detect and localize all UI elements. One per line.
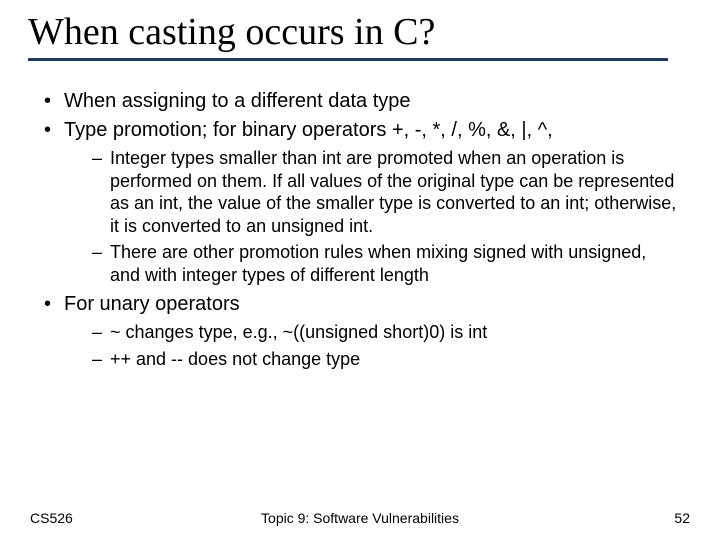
sub-bullet-item: There are other promotion rules when mix… (92, 241, 678, 286)
slide-body: When assigning to a different data type … (0, 61, 720, 370)
bullet-list-level2: ~ changes type, e.g., ~((unsigned short)… (64, 321, 678, 370)
footer: CS526 Topic 9: Software Vulnerabilities … (0, 510, 720, 526)
bullet-list-level1: When assigning to a different data type … (42, 89, 678, 370)
bullet-list-level2: Integer types smaller than int are promo… (64, 147, 678, 286)
sub-bullet-text: Integer types smaller than int are promo… (110, 148, 676, 236)
sub-bullet-item: Integer types smaller than int are promo… (92, 147, 678, 237)
slide-title: When casting occurs in C? (28, 10, 692, 54)
title-block: When casting occurs in C? (0, 0, 720, 61)
bullet-item: When assigning to a different data type (42, 89, 678, 114)
bullet-text: For unary operators (64, 293, 240, 315)
bullet-item: Type promotion; for binary operators +, … (42, 118, 678, 286)
sub-bullet-item: ~ changes type, e.g., ~((unsigned short)… (92, 321, 678, 344)
footer-center: Topic 9: Software Vulnerabilities (0, 510, 720, 526)
bullet-item: For unary operators ~ changes type, e.g.… (42, 292, 678, 370)
bullet-text: Type promotion; for binary operators +, … (64, 119, 553, 141)
sub-bullet-text: ++ and -- does not change type (110, 349, 360, 369)
sub-bullet-item: ++ and -- does not change type (92, 348, 678, 371)
slide: When casting occurs in C? When assigning… (0, 0, 720, 540)
bullet-text: When assigning to a different data type (64, 90, 411, 112)
sub-bullet-text: There are other promotion rules when mix… (110, 242, 646, 285)
sub-bullet-text: ~ changes type, e.g., ~((unsigned short)… (110, 322, 487, 342)
